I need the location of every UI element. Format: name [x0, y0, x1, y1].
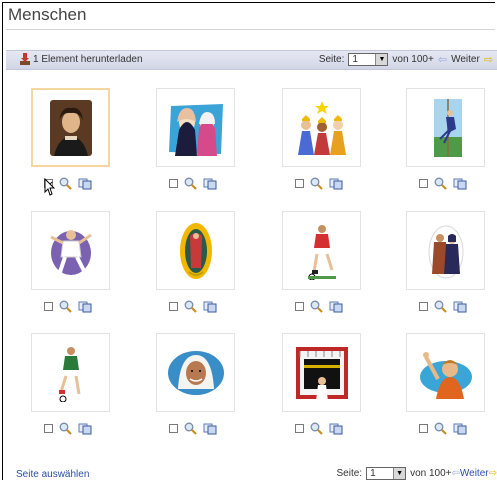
thumbnail-controls	[419, 177, 467, 190]
select-checkbox[interactable]	[419, 424, 428, 433]
select-checkbox[interactable]	[44, 424, 53, 433]
thumbnail-controls	[295, 422, 343, 435]
image-thumbnail-boy-waving[interactable]	[406, 333, 485, 412]
copy-icon[interactable]	[453, 178, 467, 190]
page-title: Menschen	[8, 5, 87, 24]
image-thumbnail-three-kings[interactable]	[282, 88, 361, 167]
select-checkbox[interactable]	[169, 424, 178, 433]
title-divider	[6, 29, 495, 30]
select-checkbox[interactable]	[169, 179, 178, 188]
two-women-headscarves-illustration	[168, 103, 223, 156]
copy-icon[interactable]	[329, 423, 343, 435]
thumbnail-controls	[44, 422, 92, 435]
next-arrow-icon[interactable]: ⇨	[489, 468, 497, 479]
page-select[interactable]: 1 ▼	[366, 467, 407, 480]
select-checkbox[interactable]	[169, 302, 178, 311]
thumbnail-controls	[419, 300, 467, 313]
magnifier-icon[interactable]	[184, 177, 197, 190]
magnifier-icon[interactable]	[434, 300, 447, 313]
select-checkbox[interactable]	[295, 179, 304, 188]
image-thumbnail-women-in-hijab[interactable]	[406, 211, 485, 290]
image-thumbnail-virgin-of-guadalupe[interactable]	[156, 211, 235, 290]
copy-icon[interactable]	[203, 301, 217, 313]
thumbnail-controls	[295, 300, 343, 313]
page-count: von 100+	[392, 54, 434, 65]
magnifier-icon[interactable]	[59, 177, 72, 190]
women-in-hijab-illustration	[428, 225, 463, 278]
page-select[interactable]: 1 ▼	[348, 53, 389, 66]
copy-icon[interactable]	[453, 423, 467, 435]
pager-top: Seite: 1 ▼ von 100+ ⇦ Weiter ⇨	[319, 53, 497, 66]
image-thumbnail-soccer-player-green[interactable]	[31, 333, 110, 412]
portrait-painting-illustration	[49, 99, 92, 156]
image-thumbnail-portrait-painting[interactable]	[31, 88, 110, 167]
prev-arrow-icon[interactable]: ⇦	[452, 468, 460, 479]
select-checkbox[interactable]	[419, 179, 428, 188]
image-thumbnail-kaaba-pilgrim[interactable]	[282, 333, 361, 412]
select-checkbox[interactable]	[419, 302, 428, 311]
copy-icon[interactable]	[203, 423, 217, 435]
magnifier-icon[interactable]	[184, 422, 197, 435]
copy-icon[interactable]	[203, 178, 217, 190]
next-link[interactable]: Weiter	[451, 54, 480, 65]
thumbnail-controls	[169, 300, 217, 313]
page-label: Seite:	[336, 468, 363, 479]
copy-icon[interactable]	[329, 301, 343, 313]
thumbnail-controls	[169, 422, 217, 435]
image-thumbnail-rope-climber[interactable]	[406, 88, 485, 167]
copy-icon[interactable]	[78, 178, 92, 190]
kaaba-pilgrim-illustration	[295, 346, 348, 401]
select-checkbox[interactable]	[295, 302, 304, 311]
download-button[interactable]: 1 Element herunterladen	[20, 53, 143, 65]
magnifier-icon[interactable]	[310, 177, 323, 190]
magnifier-icon[interactable]	[184, 300, 197, 313]
chevron-down-icon: ▼	[375, 54, 388, 65]
thumbnail-controls	[295, 177, 343, 190]
select-checkbox[interactable]	[295, 424, 304, 433]
next-link[interactable]: Weiter	[460, 468, 489, 479]
prev-arrow-icon[interactable]: ⇦	[438, 53, 447, 66]
magnifier-icon[interactable]	[434, 177, 447, 190]
chevron-down-icon: ▼	[393, 468, 406, 479]
download-label: 1 Element herunterladen	[33, 53, 143, 65]
copy-icon[interactable]	[78, 423, 92, 435]
select-checkbox[interactable]	[44, 302, 53, 311]
toolbar: 1 Element herunterladen Seite: 1 ▼ von 1…	[6, 50, 497, 70]
image-thumbnail-two-women-headscarves[interactable]	[156, 88, 235, 167]
three-kings-illustration	[297, 100, 346, 155]
soccer-player-red-illustration	[307, 224, 336, 280]
image-thumbnail-soccer-player-red[interactable]	[282, 211, 361, 290]
image-thumbnail-dancer[interactable]	[31, 211, 110, 290]
image-thumbnail-woman-headscarf-portrait[interactable]	[156, 333, 235, 412]
thumbnail-controls	[44, 300, 92, 313]
magnifier-icon[interactable]	[434, 422, 447, 435]
pager-bottom: Seite: 1 ▼ von 100+ ⇦ Weiter ⇨	[336, 467, 497, 480]
mouse-cursor-icon	[44, 177, 56, 199]
next-arrow-icon[interactable]: ⇨	[484, 53, 493, 66]
thumbnail-controls	[419, 422, 467, 435]
copy-icon[interactable]	[329, 178, 343, 190]
magnifier-icon[interactable]	[310, 422, 323, 435]
page-count: von 100+	[410, 468, 452, 479]
download-icon	[20, 53, 30, 65]
select-page-link[interactable]: Seite auswählen	[16, 469, 89, 480]
magnifier-icon[interactable]	[310, 300, 323, 313]
page-select-value: 1	[352, 54, 358, 65]
rope-climber-illustration	[433, 98, 462, 157]
virgin-of-guadalupe-illustration	[179, 222, 212, 279]
dancer-illustration	[49, 229, 92, 276]
copy-icon[interactable]	[78, 301, 92, 313]
page-label: Seite:	[318, 54, 345, 65]
woman-headscarf-portrait-illustration	[167, 350, 224, 395]
magnifier-icon[interactable]	[59, 422, 72, 435]
soccer-player-green-illustration	[58, 346, 80, 402]
copy-icon[interactable]	[453, 301, 467, 313]
magnifier-icon[interactable]	[59, 300, 72, 313]
thumbnail-controls	[169, 177, 217, 190]
page-select-value: 1	[370, 468, 376, 479]
boy-waving-illustration	[419, 351, 472, 399]
